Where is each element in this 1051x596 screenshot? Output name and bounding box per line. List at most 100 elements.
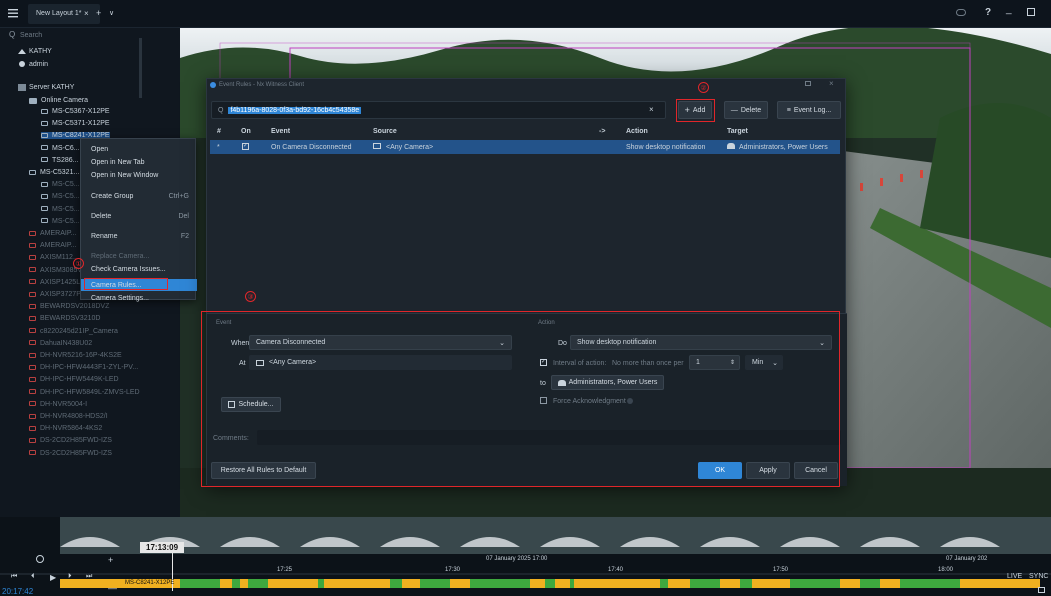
row-enabled-checkbox[interactable]: ✓: [242, 143, 249, 150]
log-icon: ≡: [786, 106, 791, 114]
camera-item[interactable]: DH-IPC-HFW4443F1-ZYL-PV...: [29, 364, 138, 371]
user-name[interactable]: admin: [29, 61, 48, 68]
live-button[interactable]: LIVE: [1007, 573, 1022, 580]
clear-filter-icon[interactable]: ×: [649, 105, 654, 114]
camera-item[interactable]: DH-IPC-HFW5849L-ZMVS-LED: [29, 389, 140, 396]
camera-item[interactable]: TS286...: [41, 157, 78, 164]
camera-icon: [29, 377, 36, 383]
skip-start-icon[interactable]: ⏮: [11, 573, 17, 581]
play-icon[interactable]: ▶: [50, 573, 56, 582]
camera-item[interactable]: MS-C5...: [41, 206, 80, 213]
col-event[interactable]: Event: [271, 128, 290, 135]
camera-item[interactable]: DH-NVR5864-4KS2: [29, 425, 102, 432]
camera-icon: [29, 401, 36, 407]
col-num[interactable]: #: [217, 128, 221, 135]
skip-end-icon[interactable]: ⏭: [86, 573, 92, 581]
main-menu-icon[interactable]: [8, 8, 18, 18]
menu-item[interactable]: Open in New Window: [81, 169, 197, 181]
dialog-maximize-icon[interactable]: [805, 81, 811, 86]
top-bar: New Layout 1* × + ∨ ? _: [0, 0, 1051, 28]
restore-icon[interactable]: [1027, 8, 1035, 16]
camera-item[interactable]: MS-C5367-X12PE: [41, 108, 110, 115]
camera-item[interactable]: MS-C5...: [41, 193, 80, 200]
menu-item[interactable]: Camera Settings...: [81, 292, 197, 304]
col-action[interactable]: Action: [626, 128, 648, 135]
layout-tab-label: New Layout 1*: [36, 10, 82, 17]
menu-item-label: Camera Settings...: [91, 294, 149, 302]
camera-label: MS-C5371-X12PE: [52, 120, 110, 128]
camera-item[interactable]: AXISM112...: [29, 254, 79, 261]
camera-item[interactable]: MS-C5...: [41, 218, 80, 225]
camera-item[interactable]: MS-C5321...: [29, 169, 79, 176]
camera-icon: [373, 143, 381, 149]
menu-item[interactable]: Check Camera Issues...: [81, 263, 197, 275]
camera-label: MS-C5...: [52, 217, 80, 225]
minimize-icon[interactable]: _: [1006, 4, 1012, 15]
col-source[interactable]: Source: [373, 128, 397, 135]
menu-item[interactable]: Replace Camera...: [81, 250, 197, 262]
row-num: *: [217, 144, 220, 151]
menu-item-shortcut: F2: [180, 232, 189, 240]
step-forward-icon[interactable]: ⏵: [68, 573, 72, 581]
menu-item-label: Create Group: [91, 192, 134, 200]
camera-item[interactable]: DahuaIN438U02: [29, 340, 92, 347]
close-tab-icon[interactable]: ×: [84, 9, 89, 18]
camera-item[interactable]: AXISP1425LE: [29, 279, 85, 286]
zoom-out-icon[interactable]: —: [108, 583, 117, 593]
menu-item[interactable]: Open in New Tab: [81, 156, 197, 168]
tick-label: 17:25: [277, 567, 293, 573]
camera-item[interactable]: DH-NVR5004-I: [29, 401, 87, 408]
server-icon: [18, 84, 26, 91]
camera-icon: [29, 328, 36, 334]
sync-button[interactable]: SYNC: [1029, 573, 1048, 580]
annotation-2: ②: [698, 82, 709, 93]
cloud-icon[interactable]: [956, 9, 966, 16]
camera-item[interactable]: AMERAIP...: [29, 242, 76, 249]
camera-item[interactable]: BEWARDSV3210D: [29, 315, 100, 322]
camera-icon: [29, 230, 36, 236]
menu-item[interactable]: Rename F2: [81, 230, 197, 242]
camera-item[interactable]: DH-IPC-HFW5449K-LED: [29, 376, 119, 383]
camera-icon: [41, 108, 48, 114]
camera-icon: [29, 425, 36, 431]
event-log-button[interactable]: ≡ Event Log...: [777, 101, 841, 119]
volume-icon[interactable]: [36, 555, 44, 563]
calendar-icon[interactable]: [1038, 587, 1045, 593]
step-back-icon[interactable]: ⏴: [31, 573, 35, 581]
camera-icon: [29, 450, 36, 456]
scrollbar[interactable]: [139, 38, 142, 98]
menu-item-label: Replace Camera...: [91, 252, 150, 260]
tab-dropdown-icon[interactable]: ∨: [109, 9, 114, 17]
camera-item[interactable]: DH-NVR5216-16P-4KS2E: [29, 352, 122, 359]
camera-icon: [41, 218, 48, 224]
camera-item[interactable]: MS-C6...: [41, 145, 80, 152]
search-input[interactable]: Search: [20, 32, 42, 39]
camera-item[interactable]: c8220245d21IP_Camera: [29, 328, 118, 335]
zoom-in-icon[interactable]: +: [108, 555, 113, 565]
camera-item[interactable]: DS-2CD2H85FWD-IZS: [29, 437, 112, 444]
camera-item[interactable]: AMERAIP...: [29, 230, 76, 237]
camera-item[interactable]: MS-C5...: [41, 181, 80, 188]
camera-item[interactable]: DH-NVR4808-HDS2/I: [29, 413, 108, 420]
dialog-close-icon[interactable]: ×: [829, 79, 834, 88]
camera-label: MS-C5...: [52, 193, 80, 201]
camera-item[interactable]: BEWARDSV2018DVZ: [29, 303, 109, 310]
camera-item[interactable]: DS-2CD2H85FWD-IZS: [29, 450, 112, 457]
camera-label: BEWARDSV2018DVZ: [40, 303, 110, 311]
menu-item[interactable]: Delete Del: [81, 210, 197, 222]
search-icon[interactable]: Q: [9, 30, 15, 39]
menu-item[interactable]: Create Group Ctrl+G: [81, 190, 197, 202]
server-item[interactable]: Server KATHY: [29, 84, 74, 91]
camera-icon: [29, 413, 36, 419]
delete-rule-button[interactable]: — Delete: [724, 101, 768, 119]
camera-item[interactable]: MS-C5371-X12PE: [41, 120, 110, 127]
new-tab-icon[interactable]: +: [96, 8, 101, 18]
menu-item[interactable]: Open: [81, 143, 197, 155]
site-name[interactable]: KATHY: [29, 48, 52, 55]
rule-filter-input[interactable]: Q f4b1196a-8028-0f3a-bd92-16cb4c54358e: [211, 101, 666, 119]
group-item[interactable]: Online Camera: [41, 97, 88, 104]
col-on[interactable]: On: [241, 128, 251, 135]
help-icon[interactable]: ?: [985, 7, 991, 18]
camera-icon: [41, 181, 48, 187]
col-target[interactable]: Target: [727, 128, 748, 135]
